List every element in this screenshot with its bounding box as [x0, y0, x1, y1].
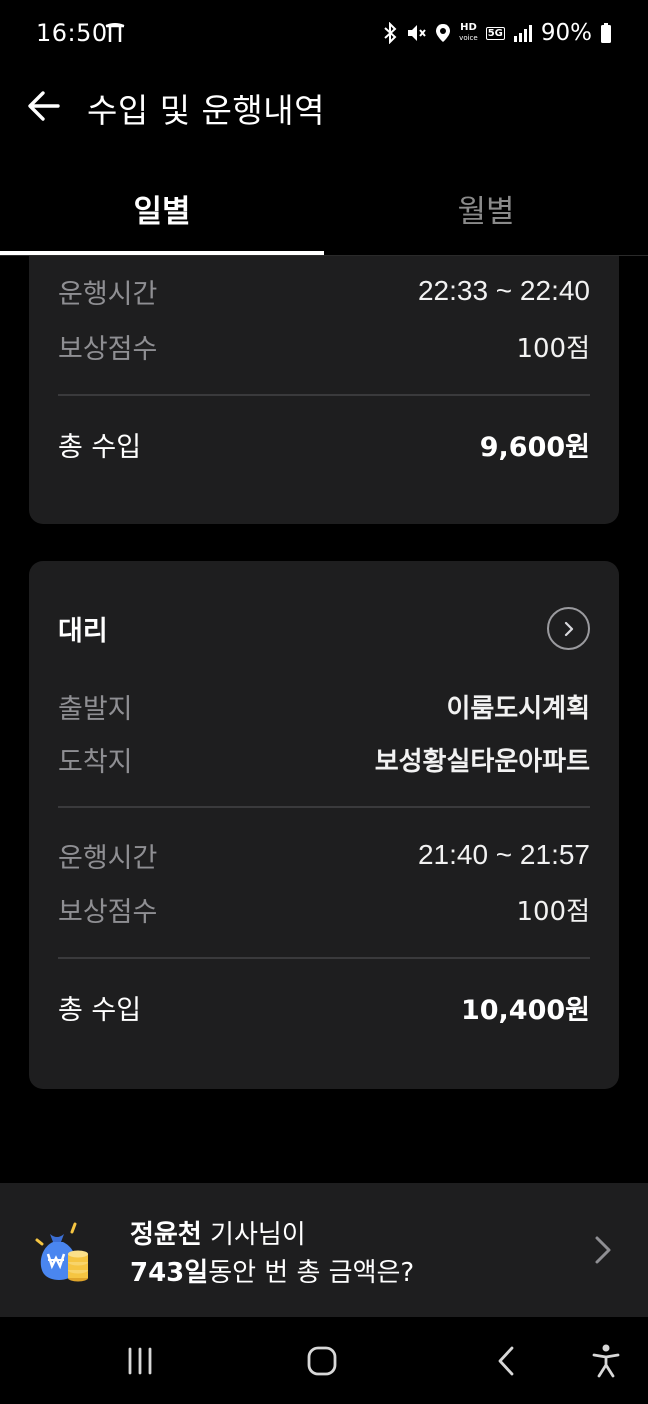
total-income-label: 총 수입	[58, 994, 142, 1026]
status-bar: 16:50 HD voice 5G 90%	[0, 0, 648, 70]
divider	[58, 394, 590, 396]
network-label: 5G	[485, 26, 505, 40]
back-icon	[498, 1346, 514, 1376]
status-icons: HD voice 5G 90%	[383, 18, 612, 48]
days-count: 743일	[130, 1258, 209, 1288]
app-bar: 수입 및 운행내역	[0, 70, 648, 150]
total-income-row: 총 수입 9,600원	[58, 424, 590, 464]
total-income-label: 총 수입	[58, 431, 142, 463]
reward-points-row: 보상점수 100점	[58, 889, 590, 929]
drive-time-row: 운행시간 22:33 ~ 22:40	[58, 271, 590, 311]
reward-points-label: 보상점수	[58, 333, 158, 365]
drive-time-row: 운행시간 21:40 ~ 21:57	[58, 835, 590, 875]
status-time: 16:50	[36, 19, 108, 47]
banner-line-1-suffix: 기사님이	[201, 1220, 306, 1250]
banner-line-2-suffix: 동안 번 총 금액은?	[208, 1258, 415, 1288]
system-nav-bar	[0, 1317, 648, 1404]
chevron-right-circle-icon	[564, 621, 573, 636]
tab-daily[interactable]: 일별	[0, 170, 324, 256]
origin-label: 출발지	[58, 693, 133, 725]
battery-percent: 90%	[540, 20, 592, 46]
banner-line-1: 정윤천 기사님이	[130, 1214, 306, 1251]
carrier-t-icon	[105, 23, 125, 42]
signal-icon	[513, 20, 533, 46]
drive-time-label: 운행시간	[58, 278, 158, 310]
trip-card: 운행시간 22:33 ~ 22:40 보상점수 100점 총 수입 9,600원	[29, 256, 619, 524]
destination-value: 보성황실타운아파트	[374, 746, 590, 777]
money-bag-coins-icon	[35, 1222, 88, 1282]
hd-voice-icon: HD voice	[459, 20, 478, 46]
home-button[interactable]	[300, 1339, 344, 1383]
home-icon	[307, 1346, 337, 1376]
recent-apps-button[interactable]	[118, 1339, 162, 1383]
tab-monthly[interactable]: 월별	[324, 170, 648, 256]
total-income-row: 총 수입 10,400원	[58, 987, 590, 1027]
recent-apps-icon	[128, 1347, 152, 1375]
history-list[interactable]: 운행시간 22:33 ~ 22:40 보상점수 100점 총 수입 9,600원…	[0, 256, 648, 1183]
bluetooth-icon	[383, 20, 397, 46]
drive-time-label: 운행시간	[58, 842, 158, 874]
accessibility-icon	[592, 1344, 620, 1378]
nav-back-button[interactable]	[484, 1339, 528, 1383]
trip-type-title: 대리	[58, 616, 108, 647]
battery-icon	[600, 20, 612, 46]
banner-line-2: 743일동안 번 총 금액은?	[130, 1252, 414, 1289]
destination-label: 도착지	[58, 746, 133, 778]
origin-row: 출발지 이룸도시계획	[58, 686, 590, 726]
drive-time-value: 22:33 ~ 22:40	[417, 275, 590, 306]
screen: 16:50 HD voice 5G 90% 수입 및 운행내역 일별 월별 운행…	[0, 0, 648, 1404]
page-title: 수입 및 운행내역	[87, 91, 325, 130]
total-earnings-banner[interactable]: 정윤천 기사님이 743일동안 번 총 금액은?	[0, 1183, 648, 1317]
divider	[58, 806, 590, 808]
reward-points-value: 100점	[516, 333, 590, 364]
reward-points-row: 보상점수 100점	[58, 326, 590, 366]
back-button[interactable]	[24, 86, 64, 126]
accessibility-button[interactable]	[584, 1339, 628, 1383]
driver-name: 정윤천	[130, 1220, 202, 1250]
reward-points-label: 보상점수	[58, 896, 158, 928]
hd-label: HD	[460, 22, 477, 33]
destination-row: 도착지 보성황실타운아파트	[58, 739, 590, 779]
total-income-value: 9,600원	[479, 431, 590, 463]
location-icon	[435, 20, 451, 46]
trip-card: 대리 출발지 이룸도시계획 도착지 보성황실타운아파트 운행시간 21:40 ~…	[29, 561, 619, 1089]
divider	[58, 957, 590, 959]
arrow-left-icon	[28, 91, 60, 121]
chevron-right-icon	[595, 1236, 611, 1264]
voice-label: voice	[459, 34, 478, 42]
tab-indicator	[0, 251, 324, 255]
total-income-value: 10,400원	[460, 994, 590, 1026]
origin-value: 이룸도시계획	[446, 693, 590, 724]
reward-points-value: 100점	[516, 896, 590, 927]
trip-detail-button[interactable]	[547, 607, 590, 650]
mute-icon	[405, 20, 427, 46]
5g-icon: 5G	[485, 20, 505, 46]
tab-bar: 일별 월별	[0, 170, 648, 256]
drive-time-value: 21:40 ~ 21:57	[417, 839, 590, 870]
